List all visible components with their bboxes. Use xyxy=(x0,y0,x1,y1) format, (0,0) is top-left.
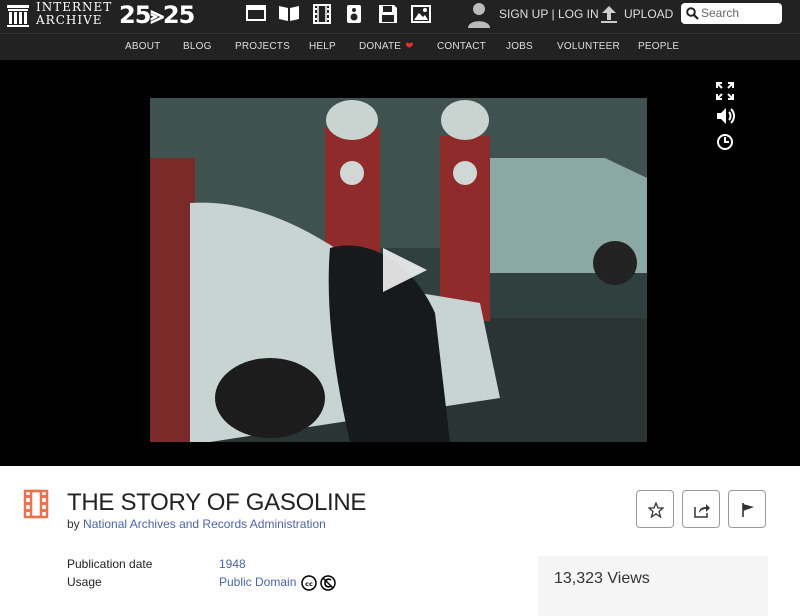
nav-projects[interactable]: PROJECTS xyxy=(235,41,290,52)
usage-label: Usage xyxy=(67,575,102,589)
archive-logo-icon[interactable] xyxy=(6,4,30,33)
creator-link[interactable]: National Archives and Records Administra… xyxy=(83,517,326,531)
volume-icon[interactable] xyxy=(716,107,736,130)
signup-link[interactable]: SIGN UP xyxy=(499,7,548,21)
item-title: THE STORY OF GASOLINE xyxy=(67,489,367,516)
nav-blog[interactable]: BLOG xyxy=(183,41,212,52)
play-icon[interactable] xyxy=(381,246,429,299)
texts-icon[interactable] xyxy=(278,4,300,27)
audio-icon[interactable] xyxy=(346,4,362,29)
nav-help[interactable]: HELP xyxy=(309,41,336,52)
archive-logo-text[interactable]: INTERNET ARCHIVE xyxy=(36,1,116,27)
cc-icon[interactable]: cc xyxy=(301,575,317,596)
nav-about[interactable]: ABOUT xyxy=(125,41,160,52)
search-box[interactable] xyxy=(681,3,782,24)
nav-people[interactable]: PEOPLE xyxy=(638,41,679,52)
favorite-button[interactable] xyxy=(636,490,674,528)
nav-contact[interactable]: CONTACT xyxy=(437,41,486,52)
logo-line-2: ARCHIVE xyxy=(36,13,103,27)
views-count: 13,323 Views xyxy=(554,570,650,587)
upload-link[interactable]: UPLOAD xyxy=(624,7,673,21)
search-input[interactable] xyxy=(701,5,777,21)
login-link[interactable]: LOG IN xyxy=(558,7,599,21)
flag-button[interactable] xyxy=(728,490,766,528)
video-player xyxy=(0,60,800,466)
anniversary-logo[interactable]: 25⪢25 xyxy=(119,2,195,28)
images-icon[interactable] xyxy=(411,4,431,29)
usage-value[interactable]: Public Domain xyxy=(219,575,296,589)
nav-jobs[interactable]: JOBS xyxy=(506,41,533,52)
byline-prefix: by xyxy=(67,517,80,531)
publication-date-value[interactable]: 1948 xyxy=(219,557,246,571)
heart-icon: ❤ xyxy=(405,41,414,52)
web-icon[interactable] xyxy=(246,4,266,27)
share-icon xyxy=(694,504,710,518)
account-separator: | xyxy=(551,7,555,21)
svg-text:cc: cc xyxy=(305,580,313,588)
video-frame[interactable] xyxy=(150,98,647,442)
video-icon[interactable] xyxy=(312,4,332,29)
nav-donate[interactable]: DONATE ❤ xyxy=(359,41,414,52)
favorite-star-icon xyxy=(648,502,664,518)
search-icon[interactable] xyxy=(686,7,699,25)
stats-panel: 13,323 Views xyxy=(538,556,768,616)
publication-date-label: Publication date xyxy=(67,557,153,571)
share-button[interactable] xyxy=(682,490,720,528)
clock-icon[interactable] xyxy=(716,133,734,156)
top-bar: INTERNET ARCHIVE 25⪢25 SIGN UP | LOG IN xyxy=(0,0,800,33)
nav-volunteer[interactable]: VOLUNTEER xyxy=(557,41,620,52)
secondary-nav: ABOUT BLOG PROJECTS HELP DONATE ❤ CONTACT… xyxy=(0,33,800,60)
fullscreen-icon[interactable] xyxy=(716,82,734,105)
film-icon xyxy=(23,489,49,524)
software-icon[interactable] xyxy=(378,4,398,29)
nav-donate-label: DONATE xyxy=(359,41,402,52)
flag-icon xyxy=(742,503,754,517)
public-domain-icon[interactable] xyxy=(320,575,336,596)
account-links: SIGN UP | LOG IN xyxy=(499,7,599,21)
item-byline: by National Archives and Records Adminis… xyxy=(67,517,326,531)
upload-icon[interactable] xyxy=(600,4,618,29)
user-icon[interactable] xyxy=(468,2,490,33)
